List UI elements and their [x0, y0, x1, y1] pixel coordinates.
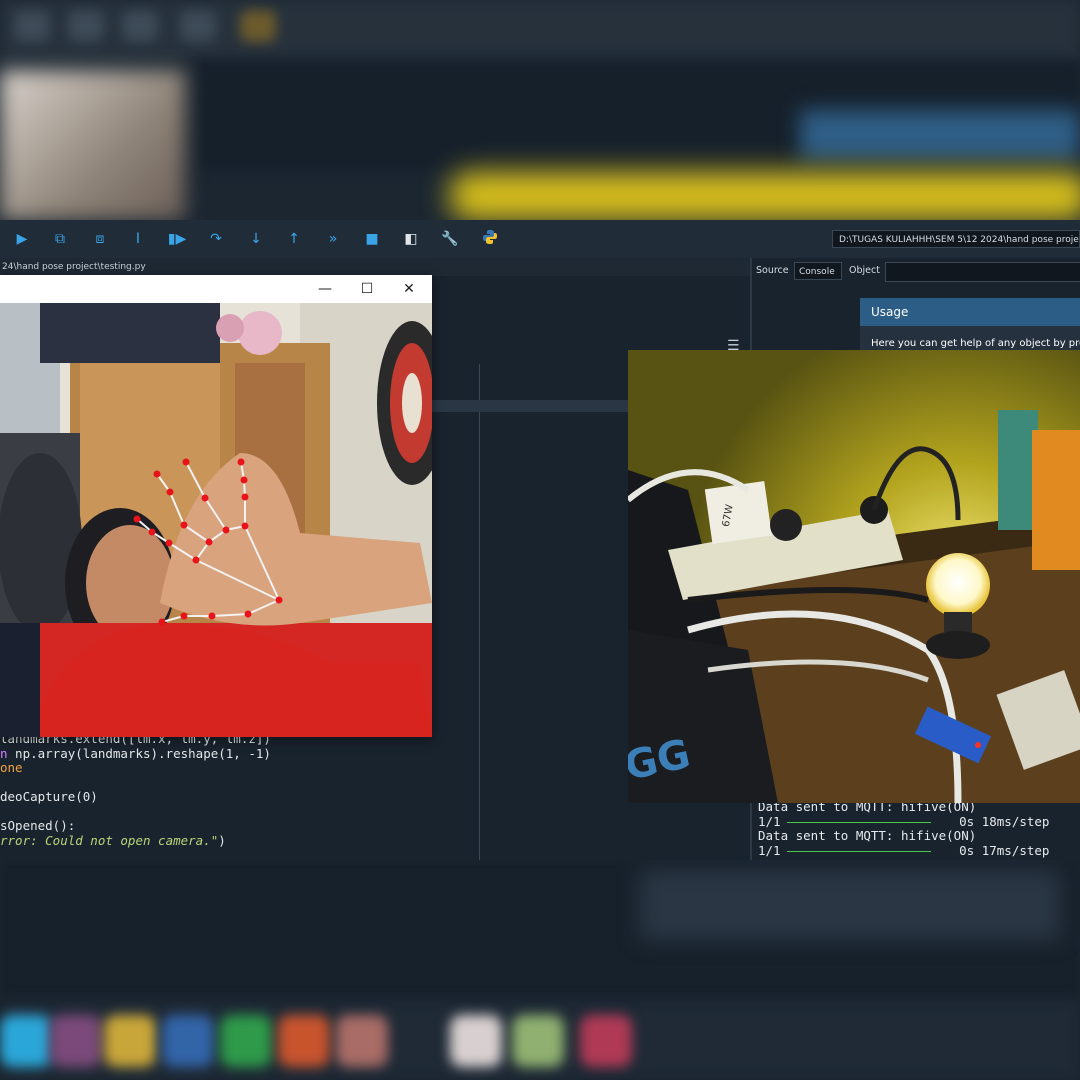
code-token: one	[0, 760, 23, 775]
console-line: Data sent to MQTT: hifive(ON)	[758, 828, 977, 843]
source-select[interactable]: Console	[794, 262, 842, 280]
step-into-icon[interactable]: ↓	[246, 229, 266, 249]
lamp-control-photo: GG 67W	[628, 350, 1080, 803]
hand-connection	[211, 613, 249, 617]
code-line: sOpened():	[0, 818, 271, 833]
camera-titlebar[interactable]: — ☐ ✕	[0, 275, 432, 303]
hand-landmark-point	[180, 612, 188, 620]
code-lines: landmarks.extend([lm.x, lm.y, lm.z]) n np…	[0, 731, 271, 848]
hand-connection	[244, 525, 280, 601]
object-input[interactable]	[885, 262, 1080, 282]
progress-count: 1/1	[758, 842, 781, 858]
progress-timing: 0s 18ms/step	[936, 813, 1050, 829]
blurred-blue-header	[800, 110, 1080, 160]
edge-line	[479, 364, 480, 860]
code-token: rror: Could not open camera."	[0, 832, 219, 848]
continue-icon[interactable]: »	[323, 229, 343, 249]
hand-landmark-point	[182, 458, 190, 466]
hand-connection	[185, 461, 206, 499]
hand-landmark-point	[244, 610, 252, 618]
hand-landmark-point	[180, 521, 188, 529]
debug-icon[interactable]: ▮▶	[167, 229, 187, 249]
hand-connection	[169, 491, 185, 526]
blurred-camera-thumbnail	[0, 70, 185, 220]
progress-count: 1/1	[758, 813, 781, 829]
code-token: sOpened():	[0, 818, 76, 833]
python-icon[interactable]	[480, 229, 500, 249]
hand-landmark-point	[166, 488, 174, 496]
hand-landmark-point	[201, 494, 209, 502]
file-path-tab[interactable]: 24\hand pose project\testing.py	[0, 258, 750, 276]
camera-window[interactable]: — ☐ ✕	[0, 275, 432, 737]
hand-connection	[183, 524, 210, 543]
run-selection-icon[interactable]: I	[128, 229, 148, 249]
hand-connection	[204, 497, 227, 531]
hand-landmark-point	[237, 458, 245, 466]
console-line: 1/1 0s 18ms/step	[758, 814, 1049, 829]
preferences-icon[interactable]: 🔧	[440, 229, 460, 249]
progress-bar	[786, 850, 931, 852]
hand-landmark-point	[241, 522, 249, 530]
hand-landmark-point	[192, 556, 200, 564]
code-line: n np.array(landmarks).reshape(1, -1)	[0, 746, 271, 761]
hand-landmark-point	[165, 539, 173, 547]
hand-landmark-point	[205, 538, 213, 546]
hand-landmark-overlay	[133, 458, 283, 626]
step-over-icon[interactable]: ↷	[206, 229, 226, 249]
hand-connection	[168, 542, 197, 561]
progress-bar	[786, 821, 931, 823]
stop-icon[interactable]: ■	[362, 229, 382, 249]
code-line: deoCapture(0)	[0, 789, 271, 804]
hand-landmark-point	[275, 596, 283, 604]
working-directory-field[interactable]: D:\TUGAS KULIAHHH\SEM 5\12 2024\hand pos…	[832, 230, 1080, 248]
run-icon[interactable]: ▶	[12, 229, 32, 249]
hand-landmark-point	[153, 470, 161, 478]
progress-timing: 0s 17ms/step	[936, 842, 1050, 858]
console-line: 1/1 0s 17ms/step	[758, 843, 1049, 858]
usage-text: Here you can get help of any object by p…	[871, 338, 1080, 349]
hand-connection	[247, 599, 280, 615]
hand-landmark-point	[222, 526, 230, 534]
hand-landmark-point	[240, 476, 248, 484]
blurred-top-bar	[0, 0, 1080, 60]
hand-landmark-point	[158, 618, 166, 626]
photo-scene: GG 67W	[628, 350, 1080, 803]
usage-title: Usage	[860, 298, 1080, 326]
blurred-console-area	[640, 870, 1060, 940]
maximize-pane-icon[interactable]: ◧	[401, 229, 421, 249]
step-return-icon[interactable]: ↑	[284, 229, 304, 249]
usage-panel: Usage Here you can get help of any objec…	[860, 298, 1080, 358]
code-token: deoCapture(0)	[0, 789, 98, 804]
hand-landmark-point	[133, 515, 141, 523]
code-token: np.array(landmarks).reshape(1, -1)	[7, 745, 271, 761]
console-output: Data sent to MQTT: hifive(ON) 1/1 0s 18ms…	[758, 799, 1049, 858]
minimize-icon[interactable]: —	[312, 279, 338, 299]
maximize-icon[interactable]: ☐	[354, 279, 380, 299]
object-label: Object	[849, 265, 880, 276]
toolbar: ▶ ⧉ ⧈ I ▮▶ ↷ ↓ ↑ » ■ ◧ 🔧 D:\TUGAS KULIAH…	[0, 220, 1080, 259]
source-label: Source	[756, 265, 789, 276]
code-line: one	[0, 760, 271, 775]
hand-landmark-point	[148, 528, 156, 536]
hand-landmark-point	[241, 493, 249, 501]
run-file-icon[interactable]: ⧉	[50, 229, 70, 249]
hand-landmark-point	[208, 612, 216, 620]
code-line: rror: Could not open camera.")	[0, 833, 271, 848]
code-token: n	[0, 745, 8, 761]
run-cell-icon[interactable]: ⧈	[90, 229, 110, 249]
close-icon[interactable]: ✕	[396, 279, 422, 299]
code-token: )	[218, 832, 226, 848]
hand-connection	[195, 559, 280, 601]
camera-feed	[0, 303, 432, 737]
blurred-yellow-strip	[450, 172, 1080, 220]
